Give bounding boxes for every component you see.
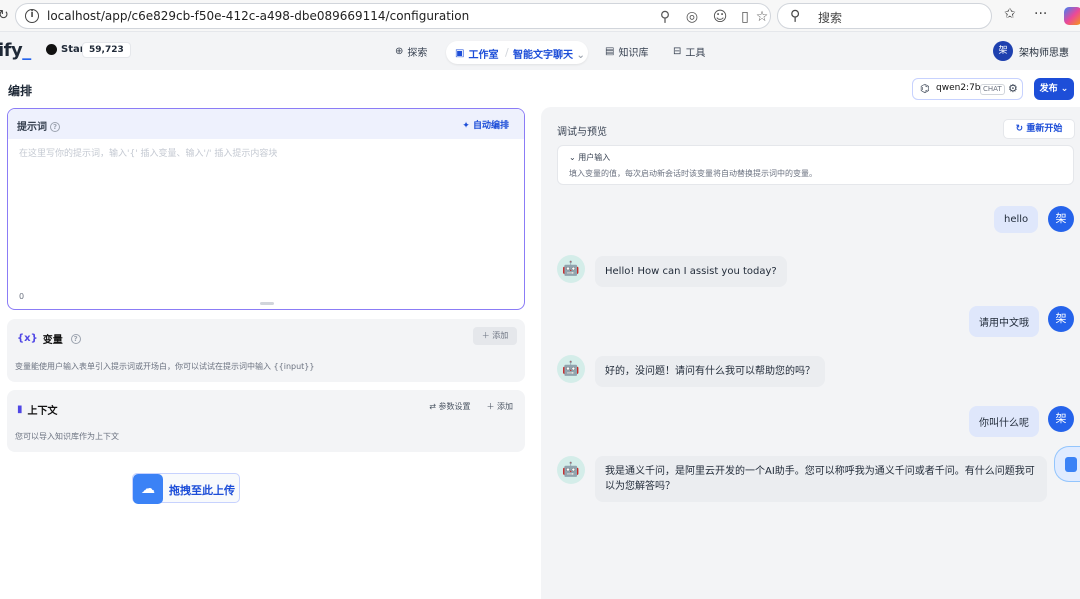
model-selector[interactable]: ⌬ qwen2:7b CHAT ⚙ <box>912 78 1023 100</box>
user-menu[interactable]: 架 架构师思惠 <box>993 41 1069 61</box>
address-bar[interactable]: i localhost/app/c6e829cb-f50e-412c-a498-… <box>15 3 771 29</box>
variables-panel: {x} 变量 ? ＋ 添加 变量能使用户输入表单引入提示词或开场白，你可以试试在… <box>7 319 525 382</box>
bot-avatar-icon: 🤖 <box>557 456 585 484</box>
book-icon: ▤ <box>605 46 615 57</box>
chat-bubble-icon <box>1065 457 1077 472</box>
cloud-upload-icon: ☁ <box>133 474 163 504</box>
github-icon <box>46 44 57 55</box>
avatar: 架 <box>993 41 1013 61</box>
avatar: 架 <box>1048 206 1074 232</box>
avatar: 架 <box>1048 306 1074 332</box>
compass-icon: ⊕ <box>395 46 404 57</box>
refresh-icon[interactable]: ↻ <box>0 8 9 23</box>
chat-message-bot: 我是通义千问，是阿里云开发的一个AI助手。您可以称呼我为通义千问或者千问。有什么… <box>595 456 1047 502</box>
add-variable-button[interactable]: ＋ 添加 <box>473 327 517 345</box>
studio-icon: ▣ <box>455 48 465 59</box>
context-panel: ▮ 上下文 ⇄ 参数设置 ＋ 添加 您可以导入知识库作为上下文 <box>7 390 525 452</box>
resize-handle[interactable] <box>260 302 274 305</box>
floating-assistant-button[interactable] <box>1054 446 1080 482</box>
restart-button[interactable]: ↻ 重新开始 <box>1003 119 1075 139</box>
context-description: 您可以导入知识库作为上下文 <box>15 432 119 441</box>
bot-avatar-icon: 🤖 <box>557 255 585 283</box>
favorite-star-icon[interactable]: ☆ <box>753 8 771 26</box>
auto-orchestrate-button[interactable]: ✦ 自动编排 <box>462 118 509 131</box>
emoji-icon[interactable]: ☺ <box>711 8 729 26</box>
prompt-char-count: 0 <box>19 292 25 301</box>
publish-button[interactable]: 发布 ⌄ <box>1034 78 1074 100</box>
preview-title: 调试与预览 <box>557 127 607 138</box>
context-title: ▮ 上下文 <box>17 404 58 417</box>
app-switcher[interactable]: 智能文字聊天 ⌄ <box>513 46 585 61</box>
debug-preview-panel: 调试与预览 ↻ 重新开始 ⌄ 用户输入 填入变量的值，每次启动新会话时该变量将自… <box>541 107 1080 599</box>
chat-message-user: 请用中文哦 <box>969 306 1039 337</box>
help-icon[interactable]: ? <box>50 122 60 132</box>
app-header: ify_ Star 59,723 ⊕ 探索 ▣ 工作室 / 智能文字聊天 ⌄ ▤ … <box>0 32 1080 70</box>
user-input-description: 填入变量的值，每次启动新会话时该变量将自动替换提示词中的变量。 <box>569 169 817 178</box>
nav-studio[interactable]: ▣ 工作室 / 智能文字聊天 ⌄ <box>446 41 588 64</box>
split-screen-icon[interactable]: ▯ <box>736 8 754 26</box>
user-input-card[interactable]: ⌄ 用户输入 填入变量的值，每次启动新会话时该变量将自动替换提示词中的变量。 <box>557 145 1074 185</box>
chat-message-user: 你叫什么呢 <box>969 406 1039 437</box>
prompt-editor: 提示词? ✦ 自动编排 在这里写你的提示词，输入'{' 插入变量、输入'/' 插… <box>7 108 525 310</box>
dify-logo[interactable]: ify_ <box>0 40 31 61</box>
copilot-icon[interactable] <box>1064 7 1080 25</box>
variable-icon: {x} <box>17 333 38 344</box>
browser-search-box[interactable]: ⚲ 搜索 <box>777 3 992 29</box>
url-text[interactable]: localhost/app/c6e829cb-f50e-412c-a498-db… <box>47 9 469 23</box>
page-title: 编排 <box>8 84 33 98</box>
more-menu-icon[interactable]: ··· <box>1034 6 1047 22</box>
variables-title: {x} 变量 ? <box>17 331 81 346</box>
chat-message-bot: 好的，没问题！请问有什么我可以帮助您的吗？ <box>595 356 825 387</box>
search-icon: ⚲ <box>790 8 801 24</box>
site-info-icon[interactable]: i <box>25 9 39 23</box>
avatar: 架 <box>1048 406 1074 432</box>
document-icon: ▮ <box>17 404 23 415</box>
chat-message-bot: Hello! How can I assist you today? <box>595 256 787 287</box>
prompt-input[interactable]: 在这里写你的提示词，输入'{' 插入变量、输入'/' 插入提示内容块 <box>19 146 277 159</box>
add-context-button[interactable]: ＋ 添加 <box>486 401 513 412</box>
nav-tools[interactable]: ⊟ 工具 <box>673 44 705 59</box>
drag-upload-button[interactable]: ☁ 拖拽至此上传 <box>132 473 240 504</box>
help-icon[interactable]: ? <box>70 333 81 344</box>
browser-toolbar: ↻ i localhost/app/c6e829cb-f50e-412c-a49… <box>0 0 1080 32</box>
chat-message-user: hello <box>994 206 1039 233</box>
nav-knowledge[interactable]: ▤ 知识库 <box>605 44 648 59</box>
github-star-link[interactable]: Star <box>46 44 85 55</box>
search-placeholder: 搜索 <box>818 11 843 25</box>
prompt-label: 提示词? <box>17 118 60 133</box>
variables-description: 变量能使用户输入表单引入提示词或开场白，你可以试试在提示词中输入 {{input… <box>15 362 315 371</box>
nav-explore[interactable]: ⊕ 探索 <box>395 44 427 59</box>
zoom-icon[interactable]: ⚲ <box>656 8 674 26</box>
retrieval-settings-button[interactable]: ⇄ 参数设置 <box>429 401 470 412</box>
prompt-header: 提示词? ✦ 自动编排 <box>8 109 524 139</box>
favorites-icon[interactable]: ✩ <box>1004 6 1016 22</box>
translate-icon[interactable]: ◎ <box>683 8 701 26</box>
bot-avatar-icon: 🤖 <box>557 355 585 383</box>
model-mode-badge: CHAT <box>980 84 1005 95</box>
toolbox-icon: ⊟ <box>673 46 682 57</box>
settings-sliders-icon[interactable]: ⚙ <box>1008 82 1018 95</box>
user-input-title[interactable]: ⌄ 用户输入 <box>569 152 610 163</box>
github-star-count: 59,723 <box>82 42 131 58</box>
chevron-down-icon: ⌄ <box>576 50 585 61</box>
model-icon: ⌬ <box>920 82 930 95</box>
